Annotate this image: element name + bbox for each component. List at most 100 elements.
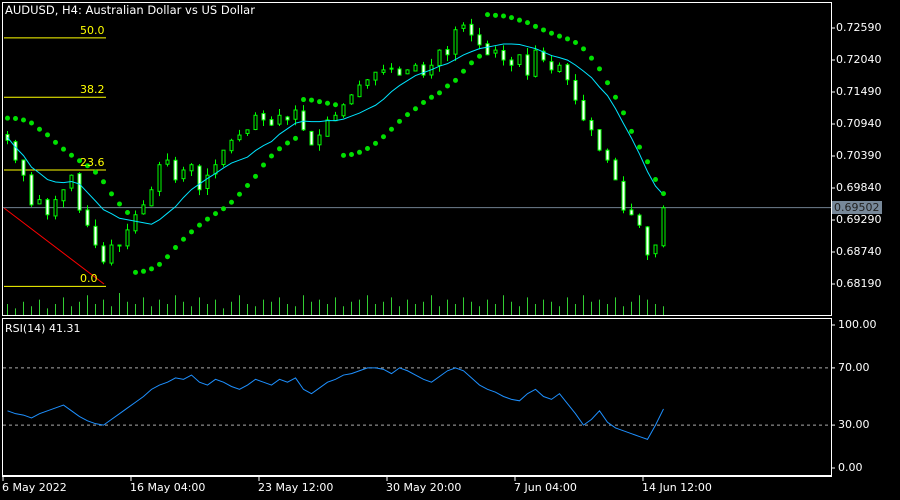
time-axis-label: 23 May 12:00 [258,481,334,494]
candle-body [61,189,66,202]
parabolic-sar-dot [109,191,114,197]
parabolic-sar-dot [149,266,154,272]
candle-body [101,245,106,263]
candle-body [405,69,410,75]
parabolic-sar-dot [61,146,66,152]
rsi-axis-label: 30.00 [838,418,870,432]
candle-body [77,173,82,211]
price-axis-label: 0.69840 [836,180,882,194]
fibonacci-level-label: 0.0 [80,272,98,286]
candle-body [493,49,498,54]
candle-body [45,199,50,216]
parabolic-sar-dot [237,191,242,197]
candle-body [93,225,98,246]
parabolic-sar-dot [157,261,162,267]
parabolic-sar-dot [637,144,642,150]
candle-body [277,114,282,125]
candle-body [629,209,634,216]
candle-body [501,49,506,61]
parabolic-sar-dot [437,90,442,96]
candle-body [421,64,426,76]
candle-body [237,134,242,141]
time-axis-label: 6 May 2022 [2,481,67,494]
moving-average-line [7,43,664,225]
candle-body [637,214,642,226]
parabolic-sar-dot [525,20,530,26]
price-axis-label: 0.68190 [836,276,882,290]
parabolic-sar-dot [301,97,306,103]
candle-body [533,49,538,77]
rsi-axis-label: 0.00 [838,461,863,474]
parabolic-sar-dot [173,245,178,251]
candle-body [597,129,602,151]
time-axis-label: 14 Jun 12:00 [642,481,712,494]
rsi-pane-frame [2,318,832,476]
fibonacci-level-label: 23.6 [80,155,105,169]
candle-body [341,104,346,117]
parabolic-sar-dot [493,12,498,18]
candle-body [357,84,362,98]
candle-body [589,119,594,131]
parabolic-sar-dot [325,100,330,106]
candle-body [525,54,530,76]
parabolic-sar-dot [341,152,346,158]
parabolic-sar-dot [253,173,258,179]
candle-body [125,229,130,247]
parabolic-sar-dot [165,254,170,260]
parabolic-sar-dot [93,169,98,175]
candle-body [477,34,482,46]
candle-body [229,139,234,152]
parabolic-sar-dot [133,269,138,275]
candle-body [549,61,554,71]
parabolic-sar-dot [197,222,202,228]
candle-body [173,159,178,181]
parabolic-sar-dot [501,13,506,19]
parabolic-sar-dot [621,110,626,116]
parabolic-sar-dot [205,216,210,222]
chart-canvas[interactable] [0,0,900,500]
candle-body [581,100,586,121]
candle-body [109,244,114,264]
parabolic-sar-dot [141,268,146,274]
rsi-line [7,367,664,441]
parabolic-sar-dot [453,77,458,83]
parabolic-sar-dot [461,68,466,74]
candle-body [437,49,442,67]
candle-body [309,130,314,146]
parabolic-sar-dot [37,126,42,132]
candle-body [325,119,330,137]
parabolic-sar-dot [293,135,298,141]
candle-body [13,141,18,161]
parabolic-sar-dot [589,55,594,61]
candle-body [373,71,378,81]
parabolic-sar-dot [653,176,658,182]
candle-body [413,64,418,72]
parabolic-sar-dot [517,17,522,23]
parabolic-sar-dot [125,210,130,216]
parabolic-sar-dot [101,179,106,185]
candle-body [653,244,658,255]
parabolic-sar-dot [509,15,514,21]
candle-body [461,24,466,29]
time-axis-label: 30 May 20:00 [386,481,462,494]
parabolic-sar-dot [565,36,570,42]
candle-body [645,226,650,256]
parabolic-sar-dot [373,140,378,146]
parabolic-sar-dot [229,199,234,205]
fibonacci-level-label: 38.2 [80,83,105,97]
price-axis-label: 0.70390 [836,148,882,162]
parabolic-sar-dot [421,100,426,106]
parabolic-sar-dot [357,149,362,155]
candle-body [37,199,42,205]
parabolic-sar-dot [477,53,482,59]
parabolic-sar-dot [661,191,666,197]
parabolic-sar-dot [189,229,194,235]
candle-body [445,49,450,56]
parabolic-sar-dot [117,201,122,207]
candle-body [149,189,154,207]
candle-body [469,23,474,36]
parabolic-sar-dot [429,94,434,100]
candle-body [253,114,258,131]
candle-body [509,59,514,66]
candle-body [261,113,266,121]
